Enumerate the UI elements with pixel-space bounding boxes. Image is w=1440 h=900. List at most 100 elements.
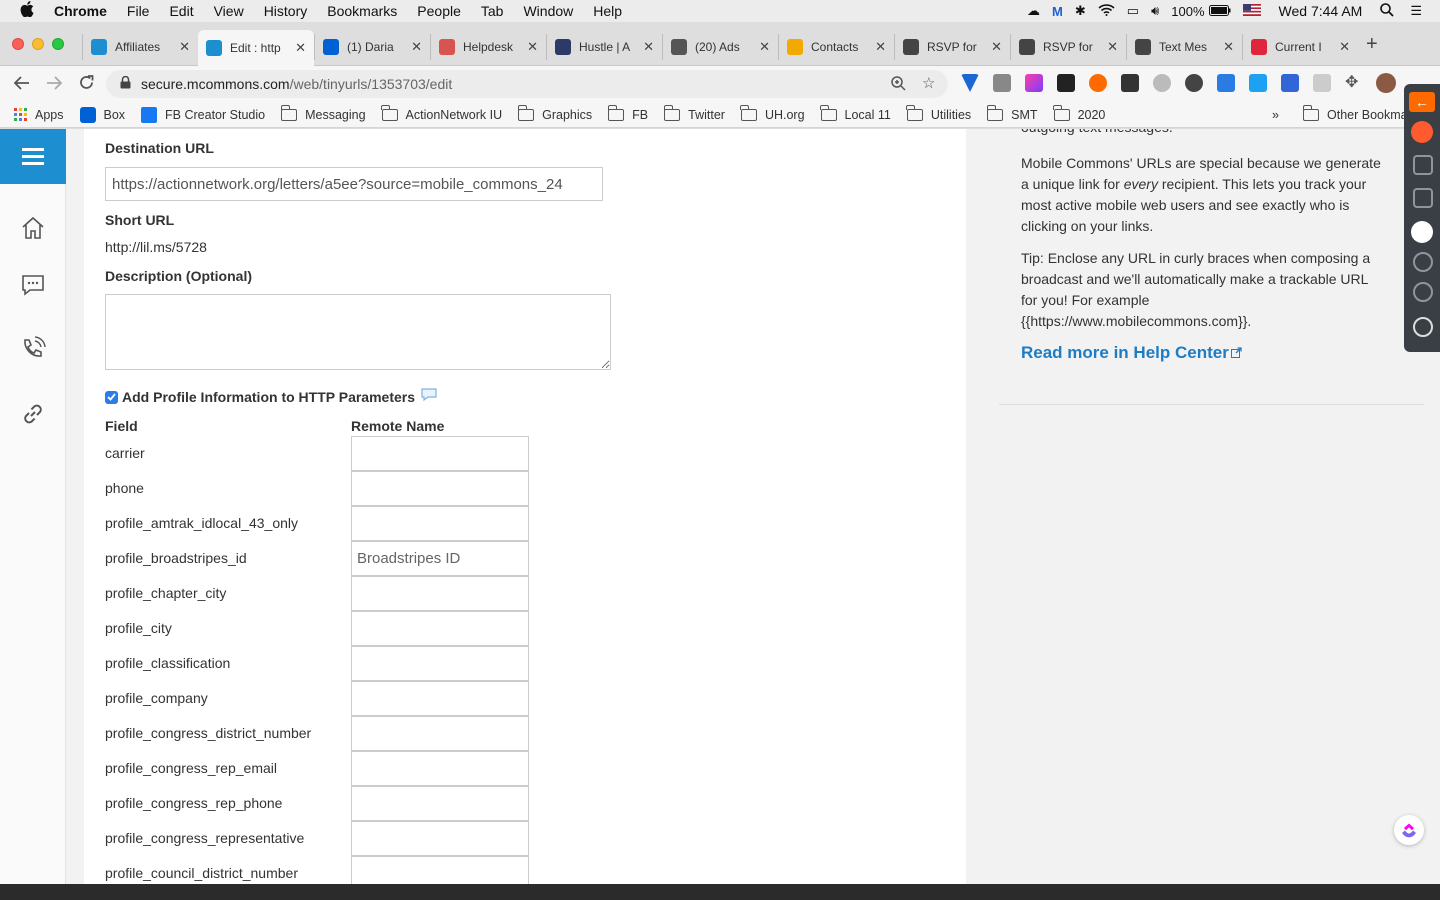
tab-close-icon[interactable]: ✕	[295, 40, 306, 56]
bluetooth-icon[interactable]: ✱	[1075, 3, 1086, 19]
remote-name-input[interactable]	[351, 856, 529, 884]
play-icon[interactable]	[1411, 221, 1433, 243]
collapse-arrow-icon[interactable]: ←	[1409, 92, 1435, 112]
bookmark-item[interactable]: FB	[607, 104, 648, 122]
remote-name-input[interactable]	[351, 786, 529, 821]
remote-name-input[interactable]	[351, 541, 529, 576]
menu-file[interactable]: File	[127, 3, 150, 19]
minimize-window-button[interactable]	[32, 38, 44, 50]
tab-close-icon[interactable]: ✕	[527, 39, 538, 55]
bookmarks-overflow-button[interactable]: »	[1272, 108, 1279, 122]
link-icon[interactable]	[20, 401, 46, 427]
tab-close-icon[interactable]: ✕	[1223, 39, 1234, 55]
bookmark-item[interactable]: FB Creator Studio	[141, 106, 265, 123]
hamburger-menu-button[interactable]	[0, 129, 66, 184]
lock-icon[interactable]	[120, 75, 131, 92]
extension-buffer-icon[interactable]	[1057, 74, 1075, 92]
spotlight-search-icon[interactable]	[1380, 2, 1394, 20]
bookmark-item[interactable]: Local 11	[820, 104, 891, 122]
extension-owl-icon[interactable]	[1121, 74, 1139, 92]
screen-icon[interactable]	[1413, 188, 1433, 208]
menu-tab[interactable]: Tab	[481, 3, 504, 19]
clickup-launcher-icon[interactable]	[1394, 815, 1424, 845]
extensions-puzzle-icon[interactable]: ✥	[1345, 72, 1363, 91]
destination-url-input[interactable]	[105, 167, 603, 201]
bookmark-item[interactable]: 2020	[1053, 104, 1105, 122]
flag-us-icon[interactable]	[1242, 3, 1261, 19]
browser-tab[interactable]: Contacts ✕	[778, 34, 894, 60]
remote-name-input[interactable]	[351, 646, 529, 681]
description-textarea[interactable]	[105, 294, 611, 370]
address-bar[interactable]: secure.mcommons.com/web/tinyurls/1353703…	[106, 70, 948, 98]
reload-button[interactable]	[70, 74, 102, 95]
messages-icon[interactable]	[20, 272, 46, 298]
remote-name-input[interactable]	[351, 471, 529, 506]
phone-calls-icon[interactable]	[20, 336, 46, 362]
extension-pink-icon[interactable]	[1025, 74, 1043, 92]
extension-calendar-icon[interactable]	[1217, 74, 1235, 92]
remote-name-input[interactable]	[351, 681, 529, 716]
tab-close-icon[interactable]: ✕	[759, 39, 770, 55]
browser-tab[interactable]: Affiliates ✕	[82, 34, 198, 60]
notification-center-icon[interactable]: ☰	[1410, 3, 1422, 19]
close-window-button[interactable]	[12, 38, 24, 50]
clock[interactable]: Wed 7:44 AM	[1279, 3, 1363, 19]
bookmark-item[interactable]: Messaging	[280, 104, 366, 122]
extension-image-icon[interactable]	[1313, 74, 1331, 92]
zoom-window-button[interactable]	[52, 38, 64, 50]
tab-close-icon[interactable]: ✕	[991, 39, 1002, 55]
pen-icon[interactable]	[1413, 317, 1433, 337]
microphone-icon[interactable]	[1411, 121, 1433, 143]
extension-circle-icon[interactable]	[1185, 74, 1203, 92]
bookmark-item[interactable]: Graphics	[517, 104, 592, 122]
browser-tab[interactable]: Edit : http ✕	[198, 30, 314, 66]
bookmark-item[interactable]: Box	[79, 106, 125, 123]
menu-window[interactable]: Window	[523, 3, 573, 19]
menu-bookmarks[interactable]: Bookmarks	[327, 3, 397, 19]
browser-tab[interactable]: Text Mes ✕	[1126, 34, 1242, 60]
menu-people[interactable]: People	[417, 3, 461, 19]
extension-honey-icon[interactable]	[1089, 74, 1107, 92]
menu-view[interactable]: View	[214, 3, 244, 19]
tab-close-icon[interactable]: ✕	[1339, 39, 1350, 55]
forward-button[interactable]	[38, 74, 70, 95]
extension-twitter-icon[interactable]	[1249, 74, 1267, 92]
volume-icon[interactable]: 🔊︎	[1151, 3, 1159, 19]
browser-tab[interactable]: Hustle | A ✕	[546, 34, 662, 60]
bookmark-item[interactable]: ActionNetwork IU	[381, 104, 502, 122]
menu-chrome[interactable]: Chrome	[54, 3, 107, 19]
tab-close-icon[interactable]: ✕	[875, 39, 886, 55]
home-icon[interactable]	[20, 215, 46, 241]
browser-tab[interactable]: Helpdesk ✕	[430, 34, 546, 60]
profile-params-checkbox[interactable]	[105, 390, 118, 404]
extension-grey-icon[interactable]	[993, 74, 1011, 92]
battery-icon[interactable]	[1208, 4, 1231, 19]
remote-name-input[interactable]	[351, 716, 529, 751]
malwarebytes-icon[interactable]: M	[1052, 4, 1063, 19]
mouse-icon[interactable]	[1413, 252, 1433, 272]
menu-history[interactable]: History	[264, 3, 308, 19]
bookmark-item[interactable]: Utilities	[906, 104, 971, 122]
extension-code-icon[interactable]	[1281, 74, 1299, 92]
profile-params-label[interactable]: Add Profile Information to HTTP Paramete…	[122, 389, 415, 405]
apple-logo-icon[interactable]	[20, 1, 38, 21]
remote-name-input[interactable]	[351, 576, 529, 611]
zoom-icon[interactable]	[891, 76, 906, 95]
back-button[interactable]	[6, 74, 38, 95]
read-more-help-link[interactable]: Read more in Help Center	[1021, 343, 1242, 363]
remote-name-input[interactable]	[351, 611, 529, 646]
browser-tab[interactable]: (1) Daria ✕	[314, 34, 430, 60]
new-tab-button[interactable]: +	[1366, 33, 1378, 56]
creative-cloud-icon[interactable]: ☁	[1027, 3, 1040, 19]
tab-close-icon[interactable]: ✕	[179, 39, 190, 55]
profile-avatar[interactable]	[1376, 73, 1396, 93]
browser-tab[interactable]: RSVP for ✕	[894, 34, 1010, 60]
tab-close-icon[interactable]: ✕	[411, 39, 422, 55]
menu-edit[interactable]: Edit	[169, 3, 193, 19]
tab-close-icon[interactable]: ✕	[643, 39, 654, 55]
tab-close-icon[interactable]: ✕	[1107, 39, 1118, 55]
remote-name-input[interactable]	[351, 821, 529, 856]
bookmark-item[interactable]: UH.org	[740, 104, 805, 122]
browser-tab[interactable]: (20) Ads ✕	[662, 34, 778, 60]
browser-tab[interactable]: Current I ✕	[1242, 34, 1358, 60]
